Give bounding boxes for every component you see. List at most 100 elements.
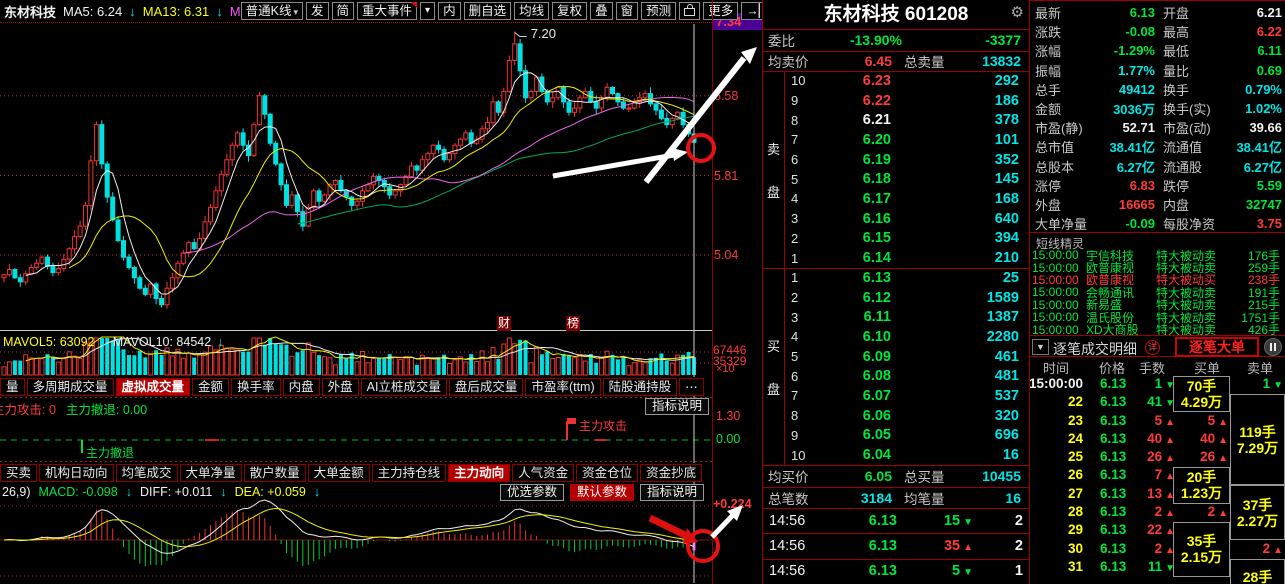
toolbar-button[interactable]: 复权 xyxy=(552,2,587,20)
quote-label: 振幅 xyxy=(1030,61,1095,80)
sell-queue-row[interactable]: 66.19352 xyxy=(785,150,1029,170)
level-number: 4 xyxy=(785,329,821,344)
buy-queue-row[interactable]: 36.111387 xyxy=(785,307,1029,327)
sell-queue-row[interactable]: 76.20101 xyxy=(785,130,1029,150)
force-tab-6[interactable]: 主力持仓线 xyxy=(372,464,447,482)
level-number: 9 xyxy=(785,93,821,108)
quote-label: 涨跌 xyxy=(1030,22,1095,41)
buy-queue-row[interactable]: 56.09461 xyxy=(785,347,1029,367)
big-order-tab[interactable]: 逐笔大单 xyxy=(1175,337,1259,357)
toolbar-button[interactable]: 更多 xyxy=(703,2,738,20)
macd-param-button[interactable]: 指标说明 xyxy=(640,484,704,501)
volume-tab-0[interactable]: 量 xyxy=(0,378,25,396)
volume-tab-3[interactable]: 金额 xyxy=(192,378,229,396)
force-axis-zero: 0.00 xyxy=(716,432,740,446)
macd-param-button[interactable]: 默认参数 xyxy=(570,484,634,501)
force-tab-1[interactable]: 机构日动向 xyxy=(39,464,114,482)
force-tab-5[interactable]: 大单金额 xyxy=(308,464,370,482)
level-volume: 320 xyxy=(891,408,1029,424)
buy-queue-row[interactable]: 76.07537 xyxy=(785,386,1029,406)
lock-icon[interactable] xyxy=(679,2,700,20)
toolbar-button[interactable]: 内 xyxy=(438,2,461,20)
quote-label: 总市值 xyxy=(1030,137,1095,156)
buy-queue-row[interactable]: 96.05696 xyxy=(785,426,1029,446)
sell-queue-row[interactable]: 46.17168 xyxy=(785,189,1029,209)
force-tab-3[interactable]: 大单净量 xyxy=(180,464,242,482)
level-volume: 145 xyxy=(891,171,1029,187)
force-tab-9[interactable]: 资金仓位 xyxy=(576,464,638,482)
quote-value: 0.69 xyxy=(1227,63,1285,78)
volume-tab-7[interactable]: AI立桩成交量 xyxy=(361,378,447,396)
buy-queue-row[interactable]: 16.1325 xyxy=(785,268,1029,288)
volume-tab-9[interactable]: 市盈率(ttm) xyxy=(525,378,600,396)
pane-divider xyxy=(0,330,712,331)
force-tab-10[interactable]: 资金抄底 xyxy=(640,464,702,482)
toolbar-button[interactable]: 普通K线▾ xyxy=(241,2,303,20)
divider xyxy=(1030,232,1285,233)
force-tab-4[interactable]: 散户数量 xyxy=(244,464,306,482)
force-tab-2[interactable]: 均笔成交 xyxy=(116,464,178,482)
collapse-icon[interactable]: ▼ xyxy=(1032,339,1049,355)
force-tab-0[interactable]: 买卖 xyxy=(0,464,37,482)
macd-param-button[interactable]: 优选参数 xyxy=(500,484,564,501)
sell-queue-row[interactable]: 106.23292 xyxy=(785,71,1029,91)
quote-label: 总手 xyxy=(1030,80,1095,99)
down-arrow-icon: ↓ xyxy=(216,4,223,19)
tick-row[interactable]: 14:566.135▼1 xyxy=(763,559,1029,584)
tick-row[interactable]: 14:566.1315▼2 xyxy=(763,508,1029,534)
buy-queue-row[interactable]: 66.08481 xyxy=(785,366,1029,386)
quote-label: 跌停 xyxy=(1155,176,1227,195)
buy-queue-row[interactable]: 46.102280 xyxy=(785,327,1029,347)
buy-queue-row[interactable]: 106.0416 xyxy=(785,445,1029,465)
toolbar-button[interactable]: 删自选 xyxy=(464,2,512,20)
buy-queue-row[interactable]: 26.121589 xyxy=(785,288,1029,308)
chart-badge-bang[interactable]: 榜 xyxy=(566,316,580,331)
sell-queue-row[interactable]: 86.21378 xyxy=(785,110,1029,130)
indicator-help-button[interactable]: 指标说明 xyxy=(645,398,709,415)
trade-price: 6.13 xyxy=(1100,376,1126,391)
quote-grid: 最新6.13开盘6.21涨跌-0.08最高6.22涨幅-1.29%最低6.11振… xyxy=(1030,3,1285,233)
trade-lots-value: 5 xyxy=(1155,413,1163,428)
chart-badge-cai[interactable]: 财 xyxy=(497,316,511,331)
force-tab-7[interactable]: 主力动向 xyxy=(448,464,510,482)
force-tab-8[interactable]: 人气资金 xyxy=(512,464,574,482)
buy-queue-row[interactable]: 86.06320 xyxy=(785,406,1029,426)
big-order-headers: 时间价格手数买单卖单 xyxy=(1030,358,1285,373)
volume-tab-10[interactable]: 陆股通持股 xyxy=(603,378,678,396)
sell-queue-row[interactable]: 56.18145 xyxy=(785,169,1029,189)
sell-queue-row[interactable]: 16.14210 xyxy=(785,248,1029,268)
volume-tab-1[interactable]: 多周期成交量 xyxy=(27,378,114,396)
sell-queue-row[interactable]: 36.16640 xyxy=(785,209,1029,229)
toolbar-button[interactable]: 简 xyxy=(332,2,355,20)
level-volume: 292 xyxy=(891,73,1029,89)
buy-side-char: 买 xyxy=(767,336,780,355)
level-volume: 16 xyxy=(891,447,1029,463)
detail-badge-icon[interactable]: 详 xyxy=(1145,340,1160,355)
volume-tab-5[interactable]: 内盘 xyxy=(283,378,320,396)
dropdown-icon[interactable]: ▾ xyxy=(420,2,435,20)
quote-label: 流通值 xyxy=(1155,137,1227,156)
trade-lots-value: 2 xyxy=(1155,504,1163,519)
volume-tab-8[interactable]: 盘后成交量 xyxy=(449,378,524,396)
volume-tab-2[interactable]: 虚拟成交量 xyxy=(116,378,191,396)
trade-lots: 11▼ xyxy=(1148,559,1175,574)
volume-tab-4[interactable]: 换手率 xyxy=(231,378,281,396)
level-volume: 1387 xyxy=(891,309,1029,325)
toolbar-button[interactable]: 窗 xyxy=(616,2,639,20)
sell-queue-row[interactable]: 26.15394 xyxy=(785,229,1029,249)
toolbar-button[interactable]: 重大事件 xyxy=(357,2,417,20)
quote-value: -0.09 xyxy=(1095,216,1155,231)
toolbar-button[interactable]: 均线 xyxy=(514,2,549,20)
gear-icon[interactable]: ⚙ xyxy=(1011,5,1024,20)
volume-tab-11[interactable]: ⋯ xyxy=(679,378,704,396)
level-price: 6.20 xyxy=(821,132,891,148)
toolbar-button[interactable]: 叠 xyxy=(590,2,613,20)
toolbar-button[interactable]: 预测 xyxy=(641,2,676,20)
alert-row[interactable]: 15:00:00XD大商股特大被动卖426手 xyxy=(1030,323,1285,335)
buy-order-value: 26▲ xyxy=(1200,449,1228,464)
volume-tab-6[interactable]: 外盘 xyxy=(322,378,359,396)
pause-icon[interactable] xyxy=(1264,338,1282,356)
sell-queue-row[interactable]: 96.22186 xyxy=(785,91,1029,111)
toolbar-button[interactable]: 发 xyxy=(306,2,329,20)
tick-row[interactable]: 14:566.1335▲2 xyxy=(763,533,1029,559)
